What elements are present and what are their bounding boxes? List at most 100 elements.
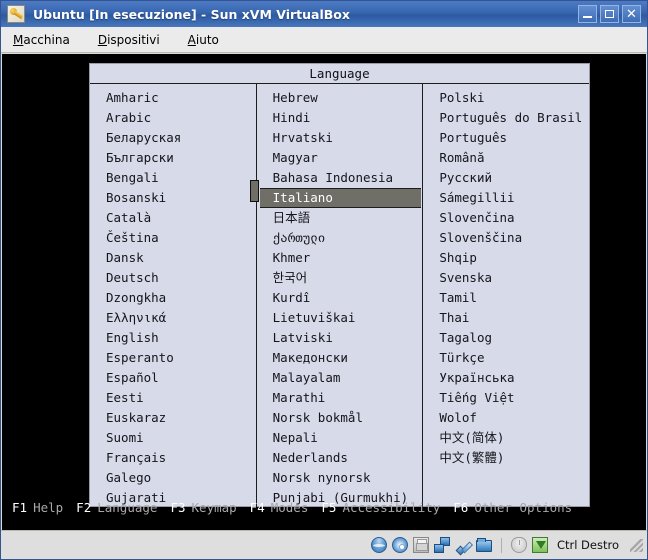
menu-dispositivi[interactable]: Dispositivi — [96, 31, 162, 49]
list-item[interactable]: Hindi — [257, 108, 423, 128]
list-item[interactable]: 日本語 — [257, 208, 423, 228]
fkey-f2-key: F2 — [76, 499, 92, 515]
vm-screen[interactable]: Language Amharic Arabic Беларуская Бълга… — [2, 54, 646, 530]
maximize-button[interactable] — [600, 5, 619, 23]
list-item[interactable]: Amharic — [90, 88, 256, 108]
list-item[interactable]: Polski — [423, 88, 589, 108]
fkey-f2[interactable]: F2 Language — [76, 500, 157, 515]
list-item[interactable]: Nepali — [257, 428, 423, 448]
list-item[interactable]: ქართული — [257, 228, 423, 248]
menubar: Macchina Dispositivi Aiuto — [1, 27, 647, 53]
list-item[interactable]: Беларуская — [90, 128, 256, 148]
list-item[interactable]: Galego — [90, 468, 256, 488]
list-item[interactable]: Français — [90, 448, 256, 468]
list-item[interactable]: Hebrew — [257, 88, 423, 108]
list-item[interactable]: Македонски — [257, 348, 423, 368]
list-item[interactable]: 中文(繁體) — [423, 448, 589, 468]
network-icon[interactable] — [433, 537, 450, 553]
list-item[interactable]: Română — [423, 148, 589, 168]
list-item[interactable]: Español — [90, 368, 256, 388]
usb-icon[interactable] — [455, 537, 471, 553]
list-item[interactable]: Latviski — [257, 328, 423, 348]
list-item[interactable]: Български — [90, 148, 256, 168]
list-item[interactable]: Português do Brasil — [423, 108, 589, 128]
window-title: Ubuntu [In esecuzione] - Sun xVM Virtual… — [33, 6, 350, 22]
function-key-bar: F1 Help F2 Language F3 Keymap F4 Modes F5 Acc… — [2, 497, 646, 517]
list-item[interactable]: Svenska — [423, 268, 589, 288]
list-item[interactable]: Eesti — [90, 388, 256, 408]
list-item[interactable]: 中文(简体) — [423, 428, 589, 448]
list-item[interactable]: Deutsch — [90, 268, 256, 288]
list-item[interactable]: Malayalam — [257, 368, 423, 388]
list-item[interactable]: Hrvatski — [257, 128, 423, 148]
harddisk-icon[interactable] — [370, 537, 387, 553]
language-dialog: Language Amharic Arabic Беларуская Бълга… — [89, 63, 590, 507]
list-item[interactable]: Українська — [423, 368, 589, 388]
list-item[interactable]: Català — [90, 208, 256, 228]
list-item[interactable]: Bosanski — [90, 188, 256, 208]
fkey-f1[interactable]: F1 Help — [12, 500, 63, 515]
fkey-f1-label: Help — [33, 499, 64, 515]
list-item[interactable]: Magyar — [257, 148, 423, 168]
close-button[interactable]: ✕ — [622, 5, 641, 23]
host-key-icon[interactable] — [531, 537, 548, 553]
list-item[interactable]: Shqip — [423, 248, 589, 268]
list-item[interactable]: Thai — [423, 308, 589, 328]
menu-aiuto-accel: A — [187, 32, 196, 47]
list-item[interactable]: Dansk — [90, 248, 256, 268]
list-item[interactable]: Sámegillii — [423, 188, 589, 208]
menu-aiuto-label: iuto — [195, 32, 219, 47]
list-item[interactable]: Čeština — [90, 228, 256, 248]
list-item[interactable]: Ελληνικά — [90, 308, 256, 328]
fkey-f5[interactable]: F5 Accessibility — [321, 500, 440, 515]
fkey-f4[interactable]: F4 Modes — [250, 500, 309, 515]
list-item[interactable]: Suomi — [90, 428, 256, 448]
fkey-f5-key: F5 — [321, 499, 337, 515]
maximize-icon — [605, 10, 614, 18]
virtualbox-window: Ubuntu [In esecuzione] - Sun xVM Virtual… — [0, 0, 648, 560]
resize-grip[interactable] — [630, 538, 643, 552]
list-item[interactable]: Norsk nynorsk — [257, 468, 423, 488]
list-item[interactable]: Kurdî — [257, 288, 423, 308]
list-item[interactable]: Norsk bokmål — [257, 408, 423, 428]
fkey-f5-label: Accessibility — [342, 499, 441, 515]
list-item[interactable]: Esperanto — [90, 348, 256, 368]
menu-macchina[interactable]: Macchina — [11, 31, 72, 49]
list-item[interactable]: Slovenčina — [423, 208, 589, 228]
list-item[interactable]: Marathi — [257, 388, 423, 408]
list-item[interactable]: Arabic — [90, 108, 256, 128]
fkey-f1-key: F1 — [12, 499, 28, 515]
shared-folder-icon[interactable] — [475, 538, 492, 552]
fkey-f6[interactable]: F6 Other Options — [453, 500, 572, 515]
list-item[interactable]: Português — [423, 128, 589, 148]
floppy-icon[interactable] — [412, 537, 429, 553]
menu-aiuto[interactable]: Aiuto — [186, 31, 221, 49]
host-key-label: Ctrl Destro — [556, 538, 619, 552]
mouse-integration-icon[interactable] — [510, 537, 527, 553]
list-item[interactable]: 한국어 — [257, 268, 423, 288]
minimize-icon — [583, 16, 592, 18]
list-item[interactable]: English — [90, 328, 256, 348]
list-item[interactable]: Euskaraz — [90, 408, 256, 428]
list-item[interactable]: Wolof — [423, 408, 589, 428]
list-item[interactable]: Slovenščina — [423, 228, 589, 248]
list-item[interactable]: Nederlands — [257, 448, 423, 468]
fkey-f3[interactable]: F3 Keymap — [170, 500, 236, 515]
list-item[interactable]: Lietuviškai — [257, 308, 423, 328]
list-item[interactable]: Tiếng Việt — [423, 388, 589, 408]
list-item[interactable]: Bahasa Indonesia — [257, 168, 423, 188]
fkey-f6-label: Other Options — [474, 499, 573, 515]
list-item[interactable]: Dzongkha — [90, 288, 256, 308]
list-item[interactable]: Русский — [423, 168, 589, 188]
fkey-f4-label: Modes — [270, 499, 309, 515]
list-item[interactable]: Tamil — [423, 288, 589, 308]
minimize-button[interactable] — [578, 5, 597, 23]
window-titlebar[interactable]: Ubuntu [In esecuzione] - Sun xVM Virtual… — [1, 1, 647, 27]
list-item[interactable]: Bengali — [90, 168, 256, 188]
cd-dvd-icon[interactable] — [391, 537, 408, 553]
list-item[interactable]: Khmer — [257, 248, 423, 268]
fkey-f4-key: F4 — [249, 499, 265, 515]
list-item[interactable]: Tagalog — [423, 328, 589, 348]
list-item-selected[interactable]: Italiano — [259, 188, 422, 208]
list-item[interactable]: Türkçe — [423, 348, 589, 368]
